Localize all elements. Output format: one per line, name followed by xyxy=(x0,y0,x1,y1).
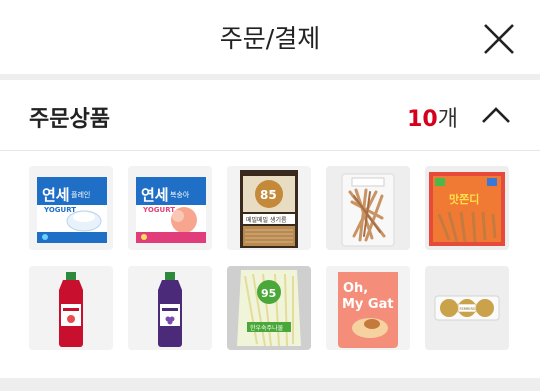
svg-text:연세: 연세 xyxy=(141,186,169,204)
product-thumb-yogurt-peach[interactable]: 연세 복숭아 YOGURT xyxy=(128,166,212,250)
product-thumb-snack-pack[interactable]: 맛쫀디 xyxy=(425,166,509,250)
product-thumb-red-juice-bottle[interactable] xyxy=(29,266,113,350)
item-count-number: 10 xyxy=(407,107,438,132)
section-title: 주문상품 xyxy=(29,107,110,132)
svg-text:YOGURT: YOGURT xyxy=(43,206,76,214)
product-thumb-oh-my-gat-snack[interactable]: Oh, My Gat xyxy=(326,266,410,350)
bottom-divider xyxy=(0,378,540,391)
svg-text:Oh,: Oh, xyxy=(343,281,368,296)
item-count-unit: 개 xyxy=(437,107,458,132)
svg-text:플레인: 플레인 xyxy=(71,190,90,199)
product-thumb-grape-juice-bottle[interactable] xyxy=(128,266,212,350)
product-thumb-bean-sprouts[interactable]: 95 한우숙주나물 xyxy=(227,266,311,350)
yogurt-brand-text: 연세 xyxy=(42,186,70,204)
svg-text:YOGURT: YOGURT xyxy=(142,206,175,214)
svg-text:복숭아: 복숭아 xyxy=(170,190,190,199)
product-thumb-dried-squid[interactable] xyxy=(326,166,410,250)
product-thumb-noodles[interactable]: 85 메밀메밀 생기름 xyxy=(227,166,311,250)
header: 주문/결제 xyxy=(0,0,540,74)
chevron-up-icon xyxy=(482,107,510,123)
svg-text:85: 85 xyxy=(260,188,277,202)
svg-text:FERRERO: FERRERO xyxy=(460,307,476,311)
svg-text:95: 95 xyxy=(261,287,276,300)
svg-text:맛쫀디: 맛쫀디 xyxy=(449,192,479,206)
order-items-header[interactable]: 주문상품 10개 xyxy=(0,80,540,150)
product-thumb-yogurt-original[interactable]: 연세 플레인 YOGURT xyxy=(29,166,113,250)
close-icon xyxy=(484,24,514,54)
svg-text:한우숙주나물: 한우숙주나물 xyxy=(250,324,284,332)
section-divider xyxy=(0,150,540,151)
close-button[interactable] xyxy=(480,20,518,58)
svg-text:메밀메밀 생기름: 메밀메밀 생기름 xyxy=(246,216,287,224)
item-count: 10개 xyxy=(407,101,458,133)
product-thumb-chocolate-box[interactable]: FERRERO xyxy=(425,266,509,350)
page-title: 주문/결제 xyxy=(219,24,321,53)
svg-text:My Gat: My Gat xyxy=(342,297,394,312)
collapse-toggle[interactable] xyxy=(480,100,512,132)
